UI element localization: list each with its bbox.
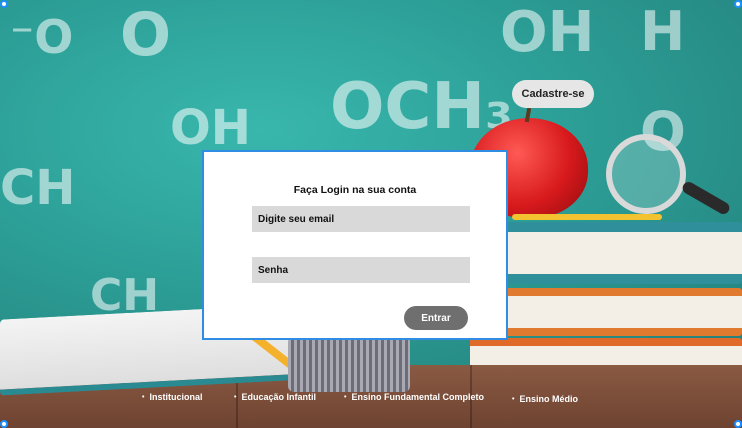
corner-handle-top-left [0,0,8,8]
corner-handle-top-right [734,0,742,8]
corner-handle-bottom-left [0,420,8,428]
footer-link-label: Ensino Fundamental Completo [351,392,484,402]
footer-nav: • Institucional • Educação Infantil • Ensin… [0,386,742,406]
footer-link-educacao-infantil[interactable]: • Educação Infantil [234,392,316,402]
pencil-on-books [512,214,662,220]
footer-link-ensino-fundamental[interactable]: • Ensino Fundamental Completo [344,392,484,402]
magnifier-image [606,134,686,214]
bullet-icon: • [512,396,515,403]
footer-link-label: Educação Infantil [241,392,316,402]
password-field[interactable] [252,257,470,283]
login-submit-button[interactable]: Entrar [404,306,468,330]
bullet-icon: • [344,394,347,401]
footer-link-ensino-medio[interactable]: • Ensino Médio [512,394,578,404]
corner-handle-bottom-right [734,420,742,428]
email-field[interactable] [252,206,470,232]
footer-link-label: Ensino Médio [519,394,578,404]
bullet-icon: • [234,394,237,401]
footer-link-label: Institucional [149,392,203,402]
bullet-icon: • [142,394,145,401]
login-card: Faça Login na sua conta Entrar [202,150,508,340]
footer-link-institucional[interactable]: • Institucional [142,392,202,402]
register-button[interactable]: Cadastre-se [512,80,594,108]
login-title: Faça Login na sua conta [293,184,417,196]
page-root: ⁻O O OCH₃ OH H O CH OH CH Cadastre-se Fa… [0,0,742,428]
